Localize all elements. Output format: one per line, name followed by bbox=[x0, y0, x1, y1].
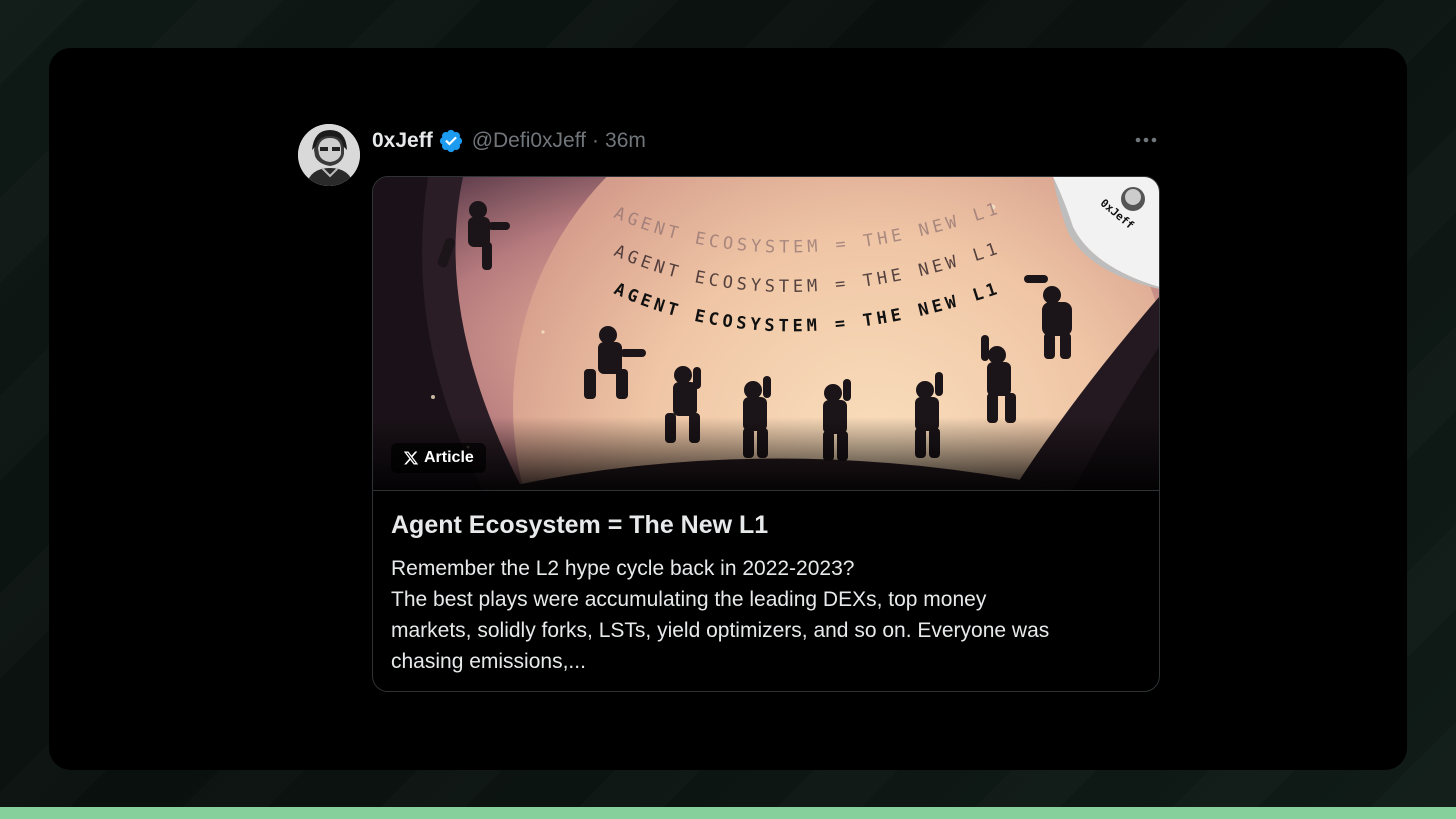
x-logo-icon bbox=[403, 451, 419, 465]
handle[interactable]: @Defi0xJeff bbox=[472, 129, 586, 153]
avatar[interactable] bbox=[298, 124, 360, 186]
article-excerpt-line: Remember the L2 hype cycle back in 2022-… bbox=[391, 557, 855, 580]
verified-badge-icon bbox=[438, 128, 464, 154]
separator-dot: · bbox=[592, 129, 600, 152]
article-divider bbox=[373, 490, 1159, 491]
avatar-portrait bbox=[298, 124, 360, 186]
article-excerpt-line: chasing emissions,... bbox=[391, 650, 586, 673]
article-card[interactable]: AGENT ECOSYSTEM = THE NEW L1 AGENT ECOSY… bbox=[372, 176, 1160, 692]
article-excerpt: Remember the L2 hype cycle back in 2022-… bbox=[391, 553, 1143, 677]
display-name[interactable]: 0xJeff bbox=[372, 129, 433, 153]
article-badge: Article bbox=[391, 443, 486, 473]
article-hero-image: AGENT ECOSYSTEM = THE NEW L1 AGENT ECOSY… bbox=[373, 177, 1159, 490]
article-title[interactable]: Agent Ecosystem = The New L1 bbox=[391, 509, 1141, 541]
tweet-header: 0xJeff @Defi0xJeff · 36m bbox=[372, 126, 646, 156]
more-dots-icon[interactable] bbox=[1132, 126, 1160, 154]
article-excerpt-line: markets, solidly forks, LSTs, yield opti… bbox=[391, 619, 1050, 642]
article-badge-label: Article bbox=[424, 449, 474, 466]
article-excerpt-line: The best plays were accumulating the lea… bbox=[391, 588, 987, 611]
timestamp[interactable]: 36m bbox=[605, 129, 646, 153]
bottom-accent-bar bbox=[0, 807, 1456, 819]
